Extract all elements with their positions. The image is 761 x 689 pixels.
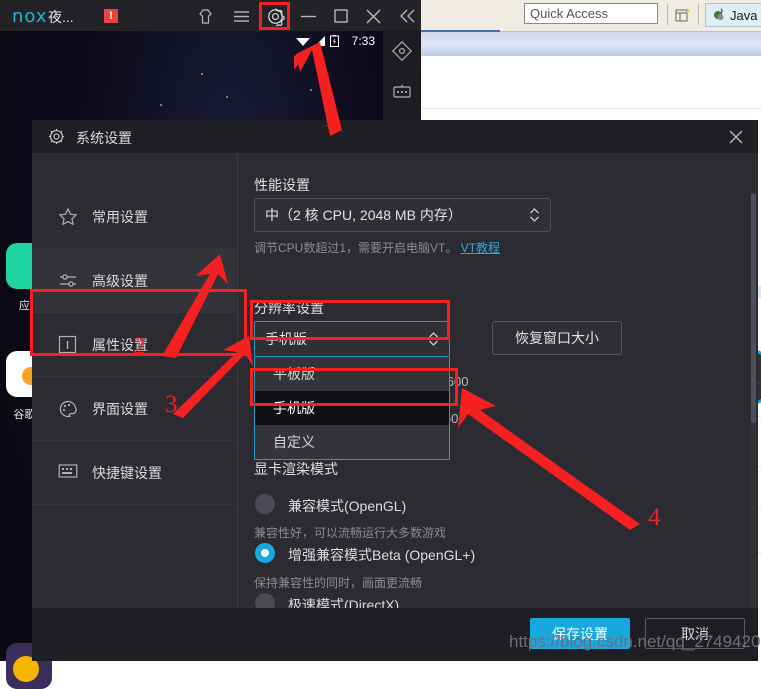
radio-opengl-plus[interactable] bbox=[255, 543, 275, 563]
sidebar-item-interface[interactable]: 界面设置 bbox=[32, 377, 236, 441]
menu-icon[interactable] bbox=[230, 5, 252, 27]
dialog-sidebar: 常用设置 高级设置 属性设置 界面设置 快捷键设置 bbox=[32, 153, 238, 661]
maximize-icon[interactable] bbox=[330, 5, 352, 27]
step-number-3: 3 bbox=[165, 391, 178, 418]
shirt-icon[interactable] bbox=[194, 5, 216, 27]
java-icon bbox=[714, 8, 724, 20]
dialog-content-advanced: 性能设置 中（2 核 CPU, 2048 MB 内存） 调节CPU数超过1，需要… bbox=[238, 153, 758, 661]
close-icon[interactable] bbox=[724, 125, 748, 149]
resolution-select-highlight-box bbox=[250, 300, 450, 340]
toolbar-divider-2 bbox=[698, 4, 699, 25]
vt-hint-text: 调节CPU数超过1，需要开启电脑VT。 bbox=[254, 241, 458, 255]
section-title-performance: 性能设置 bbox=[254, 177, 310, 193]
eclipse-tab-row bbox=[420, 32, 761, 57]
toolbar-divider bbox=[667, 4, 668, 25]
gear-highlight-box bbox=[259, 2, 290, 30]
step-number-2: 2 bbox=[133, 333, 146, 360]
sliders-icon bbox=[58, 271, 78, 291]
radio-desc-opengl: 兼容性好，可以流畅运行大多数游戏 bbox=[254, 526, 447, 540]
sidebar-item-label: 快捷键设置 bbox=[92, 464, 162, 481]
nox-titlebar: nox 夜... ! bbox=[0, 0, 421, 31]
dropdown-option-custom[interactable]: 自定义 bbox=[255, 425, 449, 459]
java-perspective-label: Java bbox=[730, 7, 758, 23]
dialog-title: 系统设置 bbox=[76, 130, 132, 146]
step-number-1: 1 bbox=[323, 105, 336, 132]
nox-logo: nox bbox=[12, 6, 48, 27]
warning-badge[interactable]: ! bbox=[104, 9, 118, 23]
sidebar-item-label: 常用设置 bbox=[92, 208, 148, 225]
radio-label-opengl-plus: 增强兼容模式Beta (OpenGL+) bbox=[288, 547, 476, 563]
open-perspective-icon[interactable] bbox=[674, 6, 692, 24]
eclipse-toolbar: Quick Access Java bbox=[420, 0, 761, 32]
content-scrollbar-thumb[interactable] bbox=[751, 193, 756, 423]
restore-window-size-button[interactable]: 恢复窗口大小 bbox=[492, 321, 622, 355]
java-perspective-button[interactable]: Java bbox=[705, 3, 761, 27]
keyboard-icon bbox=[58, 463, 78, 483]
rotate-icon[interactable] bbox=[391, 40, 413, 62]
sidebar-item-label: 界面设置 bbox=[92, 400, 148, 417]
watermark: https://blog.csdn.net/qq_27494201 bbox=[509, 632, 761, 651]
step-number-4: 4 bbox=[648, 504, 661, 531]
gear-icon bbox=[48, 128, 65, 145]
close-icon[interactable] bbox=[362, 5, 384, 27]
quick-access-input[interactable]: Quick Access bbox=[524, 3, 658, 24]
status-time: 7:33 bbox=[351, 34, 375, 48]
section-title-render-mode: 显卡渲染模式 bbox=[254, 461, 338, 477]
dialog-titlebar: 系统设置 bbox=[32, 120, 758, 153]
cpu-memory-value: 中（2 核 CPU, 2048 MB 内存） bbox=[265, 207, 462, 223]
vt-hint: 调节CPU数超过1，需要开启电脑VT。 VT教程 bbox=[254, 239, 500, 256]
wifi-icon bbox=[296, 37, 310, 46]
sidebar-item-general[interactable]: 常用设置 bbox=[32, 185, 236, 249]
chevron-updown-icon bbox=[529, 207, 540, 223]
sidebar-item-shortcuts[interactable]: 快捷键设置 bbox=[32, 441, 236, 505]
android-status-bar: 7:33 bbox=[0, 31, 383, 53]
sidebar-item-label: 高级设置 bbox=[92, 272, 148, 289]
radio-desc-opengl-plus: 保持兼容性的同时，画面更流畅 bbox=[254, 576, 423, 590]
keyboard-icon[interactable] bbox=[392, 83, 412, 103]
palette-icon bbox=[58, 399, 78, 419]
battery-icon bbox=[330, 35, 339, 47]
collapse-icon[interactable] bbox=[396, 5, 418, 27]
radio-label-opengl: 兼容模式(OpenGL) bbox=[288, 498, 407, 514]
minimize-icon[interactable] bbox=[297, 5, 319, 27]
vt-tutorial-link[interactable]: VT教程 bbox=[461, 241, 500, 255]
star-icon bbox=[58, 207, 78, 227]
cpu-memory-select[interactable]: 中（2 核 CPU, 2048 MB 内存） bbox=[254, 198, 551, 232]
signal-icon bbox=[315, 35, 325, 46]
status-icons bbox=[296, 35, 339, 47]
dropdown-option-highlight-box bbox=[250, 368, 458, 406]
radio-opengl[interactable] bbox=[255, 494, 275, 514]
nox-instance-name: 夜... bbox=[48, 9, 74, 25]
